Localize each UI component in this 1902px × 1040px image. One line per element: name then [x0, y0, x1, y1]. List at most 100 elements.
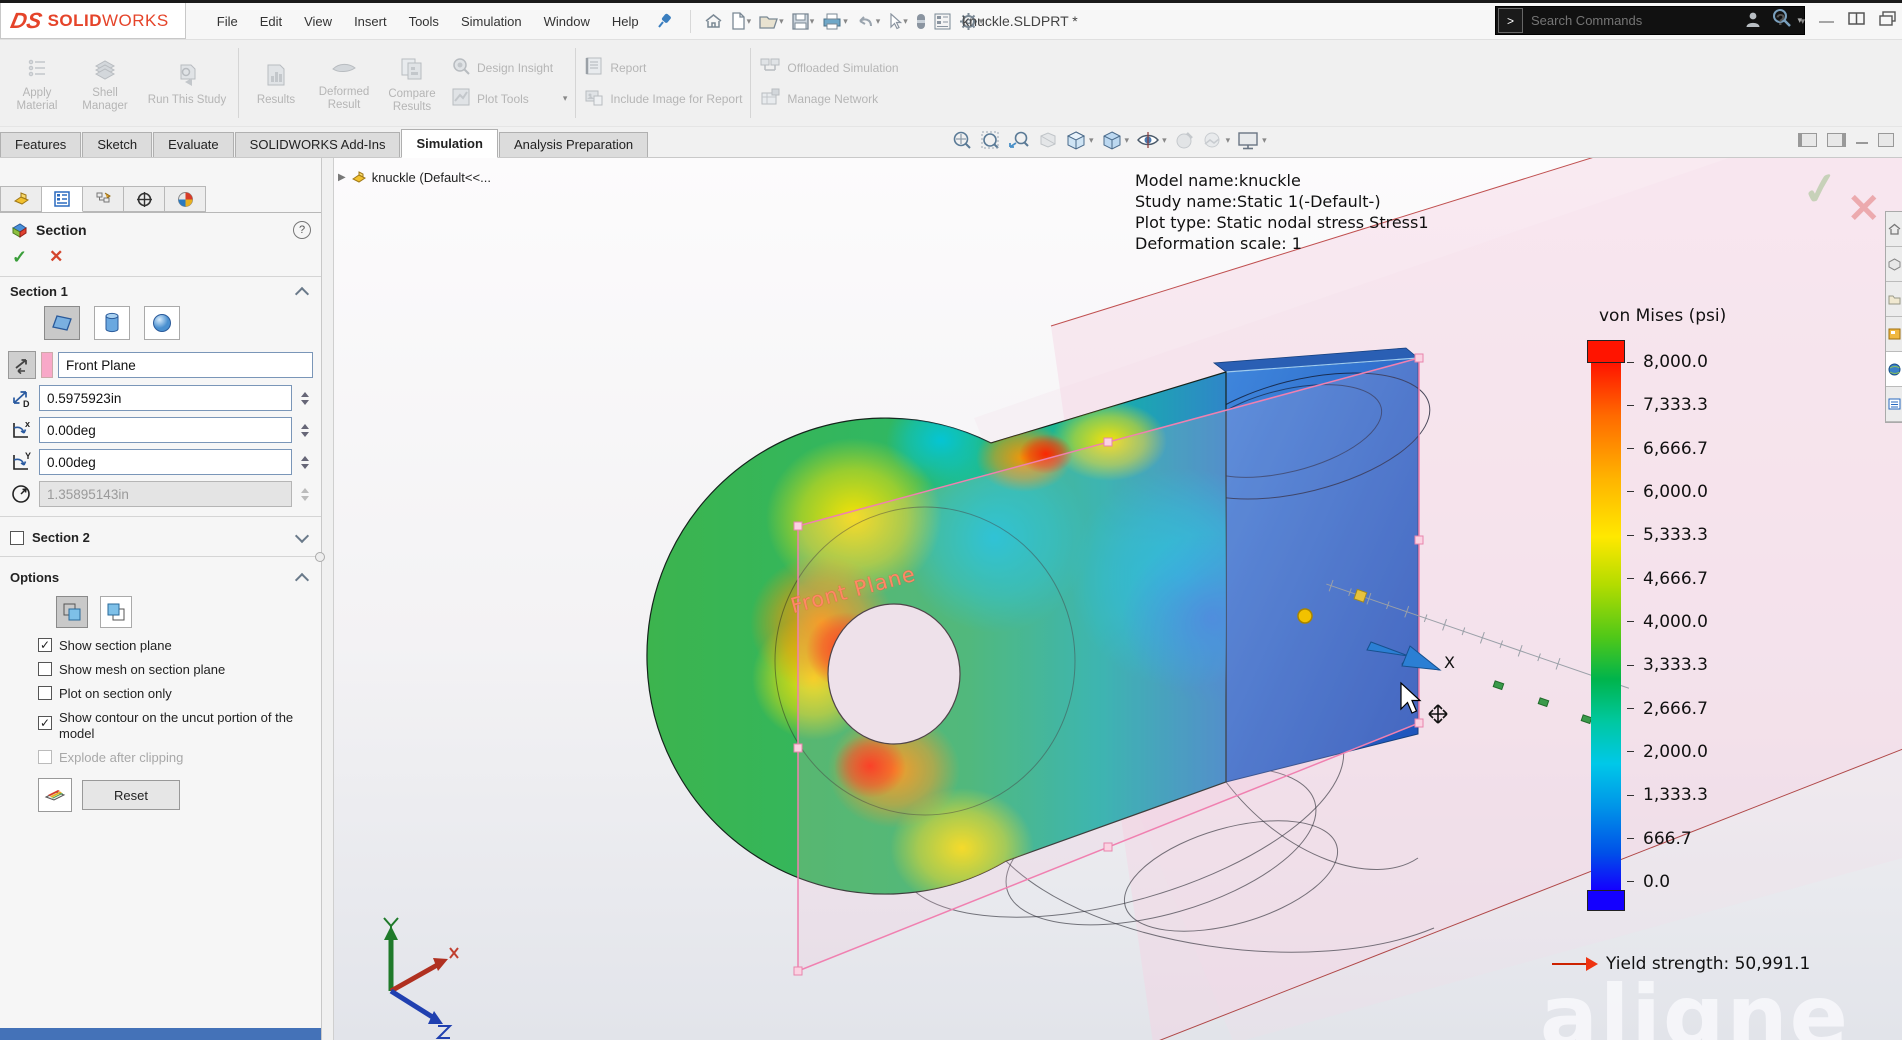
- options-header[interactable]: Options: [0, 563, 321, 590]
- new-document-caret-icon[interactable]: ▾: [747, 16, 752, 27]
- menu-edit[interactable]: Edit: [249, 4, 293, 39]
- tab-analysis-preparation[interactable]: Analysis Preparation: [499, 132, 648, 157]
- task-pane-design-library-tab[interactable]: [1886, 282, 1902, 317]
- view-settings-icon[interactable]: ▾: [1237, 130, 1267, 151]
- task-pane-file-explorer-tab[interactable]: [1886, 317, 1902, 352]
- display-manager-tab[interactable]: [165, 186, 206, 212]
- split-pane-left-icon[interactable]: [1798, 133, 1817, 147]
- ok-button[interactable]: ✓: [12, 247, 27, 268]
- hide-show-items-icon[interactable]: ▾: [1136, 130, 1167, 151]
- restore-window-icon[interactable]: [1848, 11, 1865, 31]
- collapse-icon[interactable]: [295, 286, 309, 300]
- section1-header[interactable]: Section 1: [0, 277, 321, 304]
- user-account-icon[interactable]: [1744, 10, 1762, 33]
- reference-plane-input[interactable]: [58, 352, 313, 378]
- rotation-x-stepper[interactable]: [297, 424, 313, 437]
- menu-view[interactable]: View: [293, 4, 343, 39]
- hide-show-caret-icon[interactable]: ▾: [1162, 135, 1167, 146]
- apply-material-button[interactable]: Apply Material: [8, 54, 66, 113]
- zoom-to-fit-icon[interactable]: [952, 130, 973, 151]
- flyout-part-name[interactable]: knuckle (Default<<...: [372, 170, 491, 185]
- configuration-manager-tab[interactable]: [83, 186, 124, 212]
- display-style-caret-icon[interactable]: ▾: [1125, 135, 1130, 146]
- minimize-pane-icon[interactable]: [1856, 142, 1868, 144]
- results-button[interactable]: Results: [247, 59, 305, 107]
- rotation-y-stepper[interactable]: [297, 456, 313, 469]
- feature-manager-tab[interactable]: [0, 186, 42, 212]
- home-button[interactable]: [701, 10, 726, 32]
- report-button[interactable]: Report: [584, 56, 742, 79]
- task-pane-resources-tab[interactable]: [1886, 247, 1902, 282]
- section2-header[interactable]: Section 2: [0, 523, 321, 550]
- run-this-study-button[interactable]: Run This Study: [144, 59, 230, 107]
- view-orientation-icon[interactable]: ▾: [1065, 130, 1094, 151]
- compare-results-button[interactable]: Compare Results: [383, 53, 441, 114]
- pin-menu-icon[interactable]: [654, 10, 676, 32]
- offloaded-simulation-button[interactable]: Offloaded Simulation: [759, 56, 898, 79]
- intersection-zone-button-2[interactable]: [100, 596, 132, 628]
- option-show-mesh-on-section-plane[interactable]: Show mesh on section plane: [0, 658, 321, 682]
- rotation-x-input[interactable]: [39, 417, 292, 443]
- reset-button[interactable]: Reset: [82, 780, 180, 810]
- offset-distance-input[interactable]: [39, 385, 292, 411]
- collapse-icon[interactable]: [295, 572, 309, 586]
- section-view-icon[interactable]: [1037, 130, 1058, 151]
- search-input[interactable]: [1529, 12, 1768, 29]
- tab-evaluate[interactable]: Evaluate: [153, 132, 234, 157]
- rotation-y-input[interactable]: [39, 449, 292, 475]
- tab-features[interactable]: Features: [0, 132, 81, 157]
- help-button[interactable]: ?: [1776, 12, 1786, 30]
- task-pane-appearances-tab[interactable]: [1886, 387, 1902, 422]
- tab-sketch[interactable]: Sketch: [82, 132, 152, 157]
- view-settings-caret-icon[interactable]: ▾: [1262, 135, 1267, 146]
- new-document-button[interactable]: ▾: [728, 10, 755, 32]
- checkbox-checked-icon[interactable]: ✓: [38, 716, 52, 730]
- previous-view-icon[interactable]: [1008, 130, 1030, 151]
- cylindrical-section-button[interactable]: [94, 306, 130, 340]
- edit-appearance-icon[interactable]: [1174, 130, 1195, 151]
- design-insight-button[interactable]: Design Insight: [451, 56, 567, 79]
- graphics-area[interactable]: X: [334, 158, 1902, 1040]
- dimxpert-manager-tab[interactable]: [124, 186, 165, 212]
- viewport-cancel-icon[interactable]: ✕: [1847, 186, 1881, 232]
- menu-simulation[interactable]: Simulation: [450, 4, 533, 39]
- property-manager-tab[interactable]: [42, 186, 83, 212]
- cancel-button[interactable]: ✕: [49, 247, 63, 268]
- plot-tools-button[interactable]: Plot Tools ▾: [451, 87, 567, 110]
- manage-network-button[interactable]: Manage Network: [759, 87, 898, 110]
- apply-scene-caret-icon[interactable]: ▾: [1226, 135, 1231, 146]
- maximize-pane-icon[interactable]: [1878, 133, 1894, 147]
- display-style-icon[interactable]: ▾: [1101, 130, 1130, 151]
- tab-simulation[interactable]: Simulation: [401, 129, 497, 158]
- spherical-section-button[interactable]: [144, 306, 180, 340]
- section-clipping-toggle-button[interactable]: [38, 778, 72, 812]
- minimize-window-icon[interactable]: —: [1819, 13, 1834, 30]
- panel-splitter-knob[interactable]: [315, 552, 325, 562]
- shell-manager-button[interactable]: Shell Manager: [76, 54, 134, 113]
- option-show-contour-uncut[interactable]: ✓ Show contour on the uncut portion of t…: [0, 706, 321, 746]
- new-window-icon[interactable]: [1879, 11, 1896, 31]
- offset-distance-stepper[interactable]: [297, 392, 313, 405]
- option-plot-on-section-only[interactable]: Plot on section only: [0, 682, 321, 706]
- help-icon[interactable]: ?: [293, 221, 311, 239]
- plot-tools-caret-icon[interactable]: ▾: [563, 93, 568, 104]
- menu-tools[interactable]: Tools: [398, 4, 450, 39]
- feature-tree-flyout[interactable]: ▶ knuckle (Default<<...: [338, 170, 491, 185]
- flyout-arrow-icon[interactable]: ▶: [338, 172, 346, 183]
- checkbox-icon[interactable]: [38, 662, 52, 676]
- checkbox-icon[interactable]: [38, 686, 52, 700]
- apply-scene-icon[interactable]: ▾: [1202, 130, 1231, 151]
- intersection-zone-button-1[interactable]: [56, 596, 88, 628]
- task-pane-home-tab[interactable]: [1886, 212, 1902, 247]
- menu-help[interactable]: Help: [601, 4, 650, 39]
- checkbox-checked-icon[interactable]: ✓: [38, 638, 52, 652]
- menu-window[interactable]: Window: [533, 4, 601, 39]
- expand-icon[interactable]: [295, 529, 309, 543]
- option-show-section-plane[interactable]: ✓ Show section plane: [0, 634, 321, 658]
- section2-checkbox[interactable]: [10, 531, 24, 545]
- section-origin-dot[interactable]: [1298, 609, 1312, 623]
- planar-section-button[interactable]: [44, 306, 80, 340]
- deformed-result-button[interactable]: Deformed Result: [315, 55, 373, 112]
- split-pane-right-icon[interactable]: [1827, 133, 1846, 147]
- include-image-for-report-button[interactable]: Include Image for Report: [584, 87, 742, 110]
